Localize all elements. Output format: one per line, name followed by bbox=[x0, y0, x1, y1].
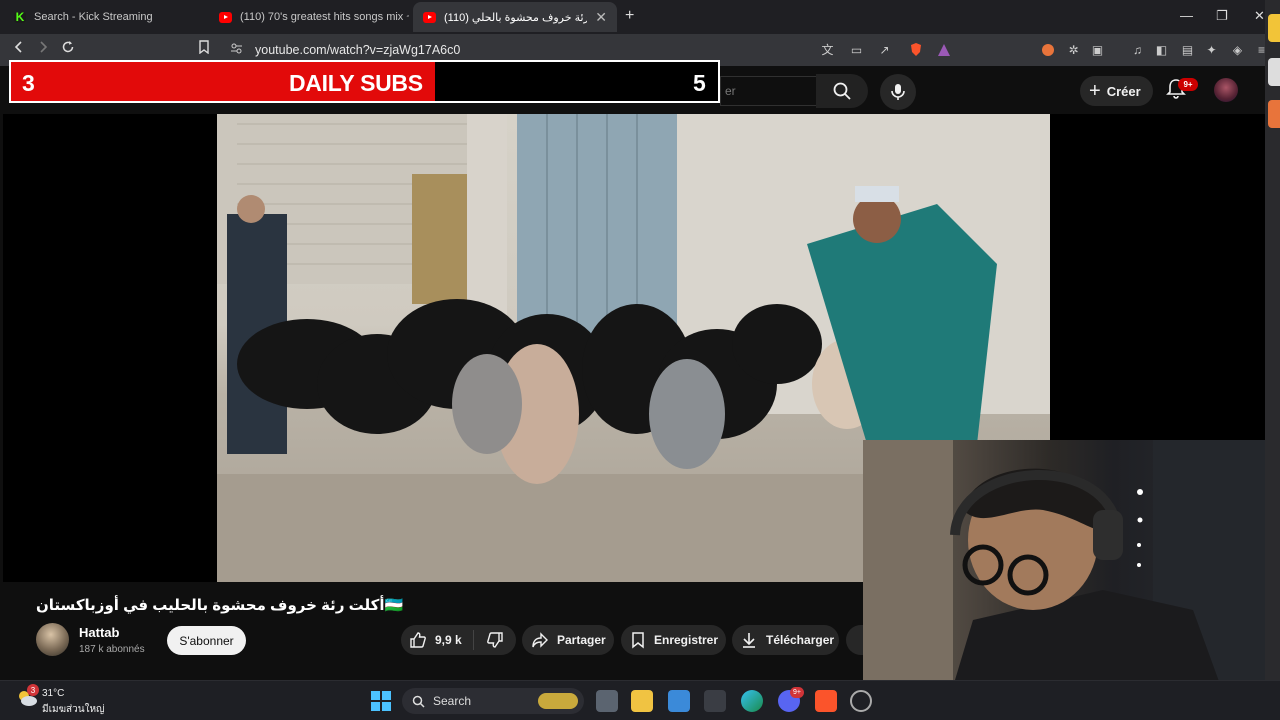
like-count: 9,9 k bbox=[435, 633, 462, 647]
daily-subs-current: 3 bbox=[22, 70, 35, 96]
taskbar-search-box[interactable]: Search bbox=[402, 688, 584, 714]
download-label: Télécharger bbox=[766, 633, 835, 647]
brave-rewards-icon[interactable] bbox=[936, 42, 951, 57]
video-title: أكلت رئة خروف محشوة بالحليب في أوزباكستا… bbox=[36, 597, 404, 614]
search-placeholder: er bbox=[725, 84, 736, 98]
tab-kick-search[interactable]: K Search - Kick Streaming bbox=[4, 2, 207, 32]
search-button[interactable] bbox=[816, 74, 868, 108]
extension-icon[interactable] bbox=[1040, 42, 1055, 57]
task-view-icon[interactable] bbox=[596, 690, 618, 712]
tab-title: Search - Kick Streaming bbox=[34, 11, 153, 23]
back-icon[interactable] bbox=[12, 40, 26, 58]
kick-icon: K bbox=[14, 10, 26, 24]
channel-subscriber-count: 187 k abonnés bbox=[79, 644, 145, 655]
app-icon[interactable] bbox=[704, 690, 726, 712]
new-tab-button[interactable]: + bbox=[625, 7, 634, 25]
daily-subs-goal: 5 bbox=[693, 70, 706, 96]
microsoft-store-icon[interactable] bbox=[668, 690, 690, 712]
create-button[interactable]: + Créer bbox=[1080, 76, 1153, 106]
side-app-icon[interactable] bbox=[1268, 14, 1280, 42]
windows-start-icon[interactable] bbox=[371, 691, 391, 716]
forward-icon[interactable] bbox=[36, 40, 50, 58]
search-icon bbox=[833, 82, 851, 100]
voice-search-button[interactable] bbox=[880, 74, 916, 110]
like-dislike-group: 9,9 k bbox=[401, 625, 516, 655]
discord-badge: 9+ bbox=[790, 687, 804, 698]
weather-badge: 3 bbox=[27, 684, 39, 696]
edge-icon[interactable] bbox=[741, 690, 763, 712]
sidebar-toggle-icon[interactable]: ◧ bbox=[1154, 42, 1169, 57]
download-button[interactable]: Télécharger bbox=[732, 625, 839, 655]
share-icon bbox=[532, 632, 548, 648]
share-label: Partager bbox=[557, 633, 606, 647]
webcam-feed bbox=[863, 440, 1280, 720]
notifications-badge: 9+ bbox=[1178, 78, 1198, 91]
reload-icon[interactable] bbox=[61, 40, 75, 58]
daily-subs-overlay: 3 DAILY SUBS 5 bbox=[9, 60, 720, 103]
windows-taskbar: 3 31°C มีเมฆส่วนใหญ่ Search 9+ bbox=[0, 680, 1280, 720]
subscribe-button[interactable]: S'abonner bbox=[167, 626, 246, 655]
tab-youtube-mix[interactable]: (110) 70's greatest hits songs mix ~m bbox=[209, 2, 409, 32]
app-icon[interactable] bbox=[850, 690, 872, 712]
thumbs-up-icon bbox=[410, 632, 426, 648]
weather-description: มีเมฆส่วนใหญ่ bbox=[42, 704, 105, 715]
tab-youtube-active[interactable]: (110) أكلت رئة خروف محشوة بالحلي ✕ bbox=[413, 2, 617, 32]
wallet-extension-icon[interactable]: ▣ bbox=[1090, 42, 1105, 57]
bookmark-icon[interactable] bbox=[198, 40, 210, 58]
translate-icon[interactable]: 文 bbox=[820, 42, 835, 57]
close-window-icon[interactable]: ✕ bbox=[1254, 8, 1265, 24]
thumbs-down-icon bbox=[487, 632, 503, 648]
maximize-icon[interactable]: ❐ bbox=[1216, 8, 1228, 24]
wallet-icon[interactable]: ▤ bbox=[1180, 42, 1195, 57]
save-bookmark-icon bbox=[632, 632, 644, 649]
cast-icon[interactable]: ▭ bbox=[849, 42, 864, 57]
site-settings-icon[interactable] bbox=[230, 42, 243, 59]
plus-icon: + bbox=[1089, 80, 1101, 102]
create-label: Créer bbox=[1106, 83, 1141, 99]
more-actions-button[interactable] bbox=[846, 625, 863, 655]
daily-subs-title: DAILY SUBS bbox=[289, 70, 423, 96]
brave-browser-icon[interactable] bbox=[815, 690, 837, 712]
file-explorer-icon[interactable] bbox=[631, 690, 653, 712]
youtube-icon bbox=[219, 11, 232, 23]
search-highlight-icon bbox=[538, 693, 578, 709]
save-button[interactable]: Enregistrer bbox=[621, 625, 726, 655]
side-app-icon[interactable] bbox=[1268, 58, 1280, 86]
channel-name[interactable]: Hattab bbox=[79, 625, 119, 640]
webcam-illustration bbox=[863, 440, 1280, 720]
weather-temperature: 31°C bbox=[42, 688, 65, 699]
save-label: Enregistrer bbox=[654, 633, 719, 647]
download-icon bbox=[743, 633, 755, 648]
search-icon bbox=[412, 695, 425, 708]
vpn-icon[interactable]: ◈ bbox=[1230, 42, 1245, 57]
right-extension-strip bbox=[1265, 0, 1280, 686]
leo-ai-icon[interactable]: ✦ bbox=[1204, 42, 1219, 57]
account-avatar[interactable] bbox=[1214, 78, 1238, 102]
media-music-icon[interactable]: ♫ bbox=[1130, 42, 1145, 57]
share-page-icon[interactable]: ↗ bbox=[877, 42, 892, 57]
minimize-icon[interactable]: — bbox=[1180, 8, 1193, 23]
brave-shields-icon[interactable] bbox=[908, 42, 923, 57]
youtube-icon bbox=[423, 11, 436, 23]
tab-title: (110) أكلت رئة خروف محشوة بالحلي bbox=[444, 11, 588, 24]
side-app-icon[interactable] bbox=[1268, 100, 1280, 128]
extensions-puzzle-icon[interactable]: ✲ bbox=[1066, 42, 1081, 57]
dislike-button[interactable] bbox=[474, 631, 504, 649]
like-button[interactable]: 9,9 k bbox=[401, 631, 469, 649]
close-tab-icon[interactable]: ✕ bbox=[587, 9, 607, 26]
microphone-icon bbox=[891, 84, 905, 100]
browser-tab-bar: K Search - Kick Streaming (110) 70's gre… bbox=[0, 0, 1280, 34]
taskbar-search-label: Search bbox=[433, 694, 472, 708]
url-field[interactable]: youtube.com/watch?v=zjaWg17A6c0 bbox=[255, 43, 460, 57]
share-button[interactable]: Partager bbox=[522, 625, 614, 655]
tab-title: (110) 70's greatest hits songs mix ~m bbox=[240, 11, 409, 23]
search-input[interactable]: er bbox=[720, 76, 816, 106]
channel-avatar[interactable] bbox=[36, 623, 69, 656]
